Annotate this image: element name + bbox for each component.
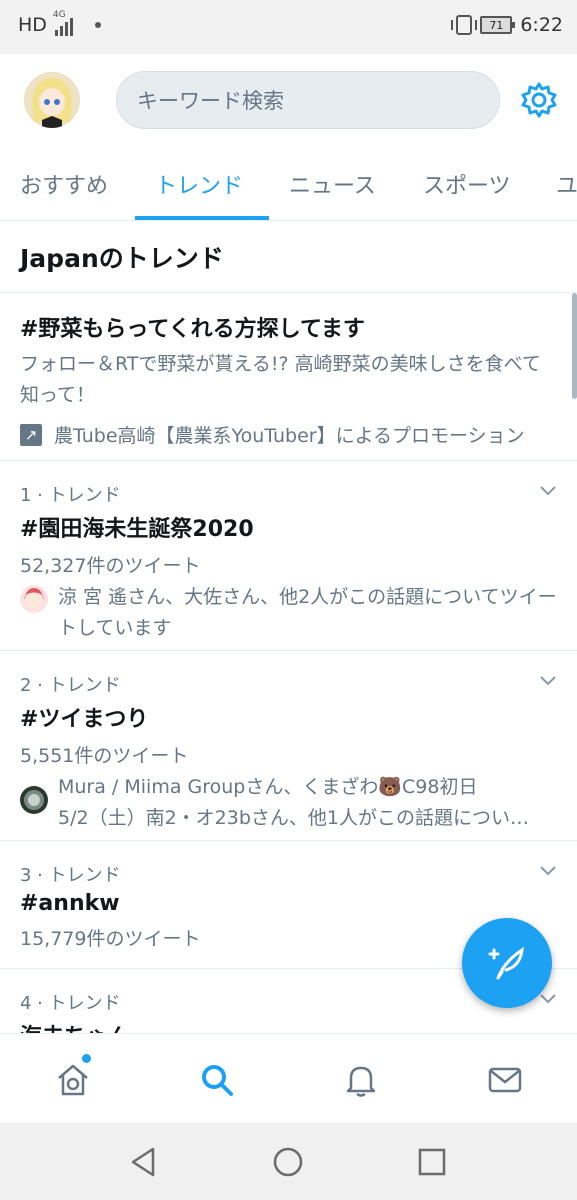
tab-recommended[interactable]: おすすめ <box>20 168 108 200</box>
trend-name: #annkw <box>20 891 120 916</box>
trend-name: #園田海未生誕祭2020 <box>20 517 254 542</box>
signal-icon: 4G <box>53 10 73 36</box>
active-tab-indicator <box>135 216 269 220</box>
trend-item[interactable]: 1 · トレンド #園田海未生誕祭2020 52,327件のツイート 涼 宮 遙… <box>0 461 577 651</box>
home-unread-dot <box>82 1054 91 1063</box>
chevron-down-icon[interactable] <box>539 481 557 499</box>
trend-context-text: 涼 宮 遙さん、大佐さん、他2人がこの話題についてツイートしています <box>58 586 557 639</box>
trend-context: Mura / Miima Groupさん、くまざわ🐻C98初日 5/2（土）南2… <box>20 772 557 834</box>
trend-context-line-2: 5/2（土）南2・オ23bさん、他1人がこの話題につい… <box>58 807 529 829</box>
chevron-down-icon[interactable] <box>539 861 557 879</box>
battery-icon: 71 <box>480 16 516 34</box>
vibrate-icon <box>451 15 478 35</box>
page-title: Japanのトレンド <box>0 222 577 293</box>
app-header: キーワード検索 <box>0 54 577 146</box>
promoted-trend-description: フォロー＆RTで野菜が貰える!? 高崎野菜の美味しさを食べて知って！ <box>20 353 541 406</box>
trend-rank: 1 · トレンド <box>20 485 121 506</box>
explore-tabs: おすすめ トレンド ニュース スポーツ ユ <box>0 146 577 221</box>
search-icon[interactable] <box>199 1062 235 1098</box>
promoted-by: ↗ 農Tube高崎【農業系YouTuber】によるプロモーション <box>20 421 557 448</box>
trend-context: 涼 宮 遙さん、大佐さん、他2人がこの話題についてツイートしています <box>20 582 557 644</box>
avatar[interactable] <box>24 72 80 128</box>
trend-rank: 3 · トレンド <box>20 865 121 886</box>
messages-envelope-icon[interactable] <box>487 1062 523 1098</box>
tab-trends[interactable]: トレンド <box>155 168 243 200</box>
context-avatar <box>20 786 48 814</box>
notifications-bell-icon[interactable] <box>343 1062 379 1098</box>
search-placeholder: キーワード検索 <box>137 89 284 113</box>
hd-indicator: HD <box>18 14 47 36</box>
promoted-trend-title: #野菜もらってくれる方探してます <box>20 317 365 342</box>
trend-tweet-count: 52,327件のツイート <box>20 555 201 577</box>
scrollbar[interactable] <box>572 293 577 399</box>
bottom-navigation <box>0 1033 577 1123</box>
context-avatar <box>20 585 48 613</box>
promoted-by-label: 農Tube高崎【農業系YouTuber】によるプロモーション <box>54 425 525 447</box>
clock: 6:22 <box>520 14 563 36</box>
compose-tweet-button[interactable] <box>462 918 552 1008</box>
promoted-icon: ↗ <box>20 423 42 446</box>
trend-name: 海未ちゃん <box>20 1019 557 1033</box>
search-input[interactable]: キーワード検索 <box>116 71 500 129</box>
status-bar: HD 4G 71 6:22 <box>0 0 577 54</box>
trend-item[interactable]: 2 · トレンド #ツイまつり 5,551件のツイート Mura / Miima… <box>0 651 577 841</box>
chevron-down-icon[interactable] <box>539 671 557 689</box>
back-icon[interactable] <box>127 1145 161 1179</box>
system-navigation-bar <box>0 1123 577 1200</box>
promoted-trend[interactable]: #野菜もらってくれる方探してます フォロー＆RTで野菜が貰える!? 高崎野菜の美… <box>0 293 577 461</box>
trend-name: #ツイまつり <box>20 707 149 732</box>
notification-dot-icon <box>94 22 101 28</box>
recents-square-icon[interactable] <box>415 1145 449 1179</box>
home-circle-icon[interactable] <box>271 1145 305 1179</box>
trend-context-line-1: Mura / Miima Groupさん、くまざわ🐻C98初日 <box>58 776 478 798</box>
tab-more[interactable]: ユ <box>556 168 577 200</box>
tab-sports[interactable]: スポーツ <box>423 168 511 200</box>
trend-tweet-count: 5,551件のツイート <box>20 745 189 767</box>
tab-news[interactable]: ニュース <box>289 168 376 200</box>
compose-feather-icon <box>488 946 524 980</box>
home-icon[interactable] <box>55 1062 91 1098</box>
trend-rank: 2 · トレンド <box>20 675 121 696</box>
gear-icon[interactable] <box>519 80 559 120</box>
chevron-down-icon[interactable] <box>539 989 557 1007</box>
